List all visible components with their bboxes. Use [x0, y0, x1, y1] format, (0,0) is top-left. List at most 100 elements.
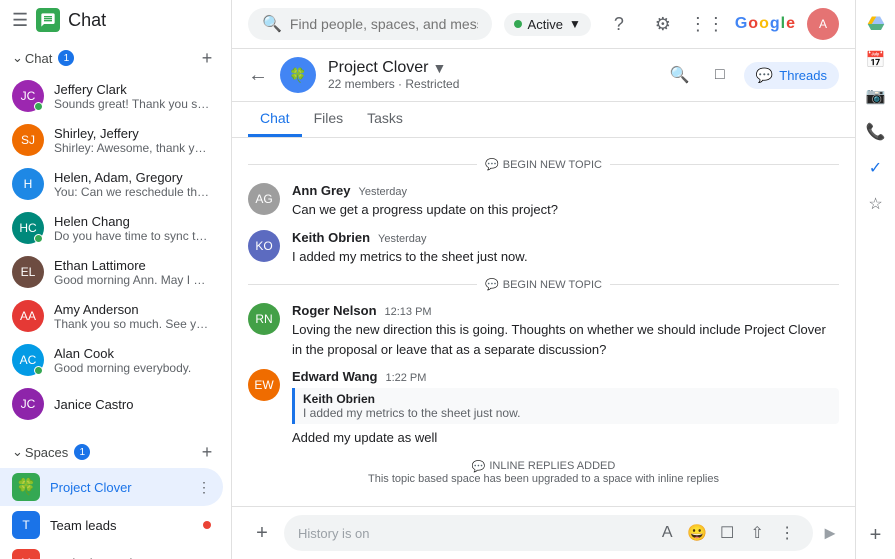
upload-icon[interactable]: ⇧ — [745, 521, 769, 545]
threads-button[interactable]: 💬 Threads — [744, 62, 839, 89]
spaces-section-toggle[interactable]: ⌄ Spaces 1 — [12, 444, 90, 460]
space-item-project-clover[interactable]: 🍀 Project Clover ⋮ — [0, 468, 223, 506]
chat-list: JC Jeffery Clark Sounds great! Thank you… — [0, 74, 231, 426]
tab-tasks[interactable]: Tasks — [355, 102, 415, 137]
chat-section-toggle[interactable]: ⌄ Chat 1 — [12, 50, 74, 66]
google-drive-icon[interactable] — [860, 8, 892, 40]
message-sender: Edward Wang — [292, 369, 377, 384]
sidebar-header: ☰ Chat — [0, 0, 231, 40]
chat-item[interactable]: SJ Shirley, Jeffery Shirley: Awesome, th… — [0, 118, 223, 162]
chat-name: Ethan Lattimore — [54, 258, 211, 273]
chat-name: Jeffery Clark — [54, 82, 211, 97]
chat-item[interactable]: AA Amy Anderson Thank you so much. See y… — [0, 294, 223, 338]
right-panel: 📅 📷 📞 ✓ ☆ + — [855, 0, 895, 559]
back-button[interactable]: ← — [248, 64, 268, 87]
add-space-button[interactable]: + — [195, 440, 219, 464]
chat-name: Amy Anderson — [54, 302, 211, 317]
meet-icon[interactable]: 📷 — [860, 80, 892, 112]
input-area: + History is on A 😀 ☐ ⇧ ⋮ ► — [232, 506, 855, 559]
tab-files[interactable]: Files — [302, 102, 356, 137]
attach-file-icon[interactable]: ☐ — [715, 521, 739, 545]
search-bar[interactable]: 🔍 — [248, 8, 492, 40]
add-apps-icon[interactable]: + — [860, 519, 892, 551]
chat-icon: 💬 — [485, 278, 499, 291]
chat-section-label: Chat — [25, 51, 52, 66]
message-sender: Keith Obrien — [292, 230, 370, 245]
calendar-icon[interactable]: 📅 — [860, 44, 892, 76]
app-title: Chat — [68, 10, 106, 31]
search-input[interactable] — [290, 16, 478, 32]
chat-item[interactable]: JC Janice Castro — [0, 382, 223, 426]
message-time: Yesterday — [378, 233, 427, 245]
inline-replies-sub: This topic based space has been upgraded… — [368, 473, 719, 485]
chevron-down-icon: ⌄ — [12, 50, 23, 66]
format-text-icon[interactable]: A — [655, 521, 679, 545]
message-text: I added my metrics to the sheet just now… — [292, 247, 839, 267]
add-attachment-button[interactable]: + — [248, 519, 276, 547]
chat-area: ← 🍀 Project Clover ▼ 22 members · Restri… — [232, 49, 855, 559]
send-button[interactable]: ► — [821, 523, 839, 544]
chat-preview: Good morning Ann. May I ask a question? — [54, 273, 211, 287]
status-dot — [514, 20, 522, 28]
help-icon[interactable]: ? — [603, 8, 635, 40]
apps-icon[interactable]: ⋮⋮ — [691, 8, 723, 40]
chat-preview: Thank you so much. See you there. — [54, 317, 211, 331]
more-options-icon[interactable]: ⋮ — [775, 521, 799, 545]
chat-item[interactable]: JC Jeffery Clark Sounds great! Thank you… — [0, 74, 223, 118]
message-sender: Roger Nelson — [292, 303, 377, 318]
avatar: JC — [12, 388, 44, 420]
space-item-team-leads[interactable]: T Team leads — [0, 506, 223, 544]
threads-label: Threads — [779, 68, 827, 83]
message-time: 12:13 PM — [385, 306, 432, 318]
unread-dot — [203, 521, 211, 529]
message-sender: Ann Grey — [292, 183, 351, 198]
space-options-icon[interactable]: ⋮ — [197, 479, 211, 496]
chat-preview: Good morning everybody. — [54, 361, 211, 375]
topbar-right: Active ▼ ? ⚙ ⋮⋮ Google A — [504, 8, 839, 40]
chat-icon: 💬 — [472, 460, 486, 473]
chat-icon: 💬 — [485, 158, 499, 171]
hamburger-icon[interactable]: ☰ — [12, 10, 28, 31]
add-chat-button[interactable]: + — [195, 46, 219, 70]
avatar: AC — [12, 344, 44, 376]
avatar: JC — [12, 80, 44, 112]
avatar: KO — [248, 230, 280, 262]
avatar: AG — [248, 183, 280, 215]
message-time: Yesterday — [359, 186, 408, 198]
chat-preview: Shirley: Awesome, thank you for the... — [54, 141, 211, 155]
message-group: KO Keith Obrien Yesterday I added my met… — [248, 230, 839, 267]
tab-chat[interactable]: Chat — [248, 102, 302, 137]
tasks-icon[interactable]: ✓ — [860, 152, 892, 184]
settings-icon[interactable]: ⚙ — [647, 8, 679, 40]
user-avatar[interactable]: A — [807, 8, 839, 40]
chat-item[interactable]: HC Helen Chang Do you have time to sync … — [0, 206, 223, 250]
chat-tabs: Chat Files Tasks — [232, 102, 855, 138]
message-input-box[interactable]: History is on A 😀 ☐ ⇧ ⋮ — [284, 515, 813, 551]
space-icon: 🍀 — [12, 473, 40, 501]
emoji-icon[interactable]: 😀 — [685, 521, 709, 545]
topic-divider: 💬 BEGIN NEW TOPIC — [248, 158, 839, 171]
chevron-down-icon: ▼ — [432, 60, 446, 76]
avatar: RN — [248, 303, 280, 335]
spaces-section-label: Spaces — [25, 445, 68, 460]
chat-name: Alan Cook — [54, 346, 211, 361]
spaces-section-header: ⌄ Spaces 1 + — [0, 434, 231, 468]
avatar: HC — [12, 212, 44, 244]
chat-item[interactable]: H Helen, Adam, Gregory You: Can we resch… — [0, 162, 223, 206]
space-name: Team leads — [50, 518, 193, 533]
chat-item[interactable]: AC Alan Cook Good morning everybody. — [0, 338, 223, 382]
star-icon[interactable]: ☆ — [860, 188, 892, 220]
status-button[interactable]: Active ▼ — [504, 13, 591, 36]
search-in-chat-icon[interactable]: 🔍 — [664, 59, 696, 91]
space-item-marketing[interactable]: M Marketing updates — [0, 544, 223, 559]
chat-item[interactable]: EL Ethan Lattimore Good morning Ann. May… — [0, 250, 223, 294]
message-text: Loving the new direction this is going. … — [292, 320, 839, 359]
video-call-icon[interactable]: □ — [704, 59, 736, 91]
spaces-badge: 1 — [74, 444, 90, 460]
quoted-sender: Keith Obrien — [303, 392, 831, 406]
spaces-list: 🍀 Project Clover ⋮ T Team leads M Market… — [0, 468, 231, 559]
status-label: Active — [528, 17, 563, 32]
phone-icon[interactable]: 📞 — [860, 116, 892, 148]
topbar: 🔍 Active ▼ ? ⚙ ⋮⋮ Google A — [232, 0, 855, 49]
avatar: EW — [248, 369, 280, 401]
